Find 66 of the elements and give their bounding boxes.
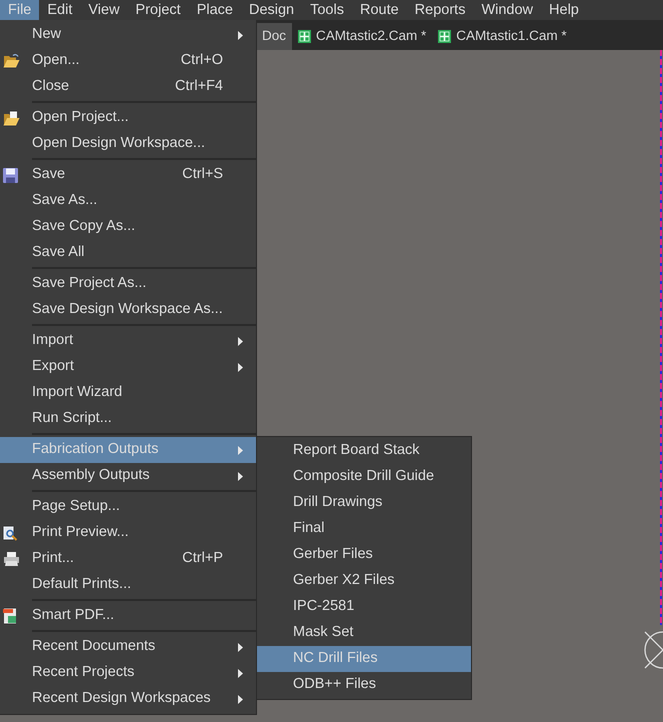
submenu-item[interactable]: Gerber X2 Files	[257, 568, 471, 594]
menu-bar-item[interactable]: Window	[473, 0, 542, 20]
submenu-arrow-icon	[238, 642, 243, 652]
printer-icon	[3, 552, 20, 566]
menu-bar-item[interactable]: Reports	[406, 0, 474, 20]
document-tab[interactable]: CAMtastic1.Cam *	[432, 23, 573, 50]
shortcut-text: Ctrl+P	[182, 549, 224, 568]
document-tab[interactable]: Doc	[256, 23, 292, 50]
menu-item[interactable]: Run Script...	[0, 406, 256, 432]
submenu-arrow-icon	[238, 336, 243, 346]
menu-item[interactable]: Smart PDF...	[0, 603, 256, 629]
submenu-item[interactable]: Gerber Files	[257, 542, 471, 568]
plus-square-icon	[438, 30, 452, 43]
submenu-arrow-icon	[238, 446, 243, 454]
menu-bar-item[interactable]: Tools	[302, 0, 352, 20]
submenu-item[interactable]: Mask Set	[257, 620, 471, 646]
submenu-arrow-icon	[238, 362, 243, 372]
menu-item[interactable]: Import	[0, 328, 256, 354]
shortcut-text: Ctrl+S	[182, 165, 224, 184]
menu-item[interactable]: Save Design Workspace As...	[0, 297, 256, 323]
menu-item[interactable]: Open Design Workspace...	[0, 131, 256, 157]
menu-item[interactable]: Page Setup...	[0, 494, 256, 520]
document-tab[interactable]: CAMtastic2.Cam *	[292, 23, 432, 50]
menu-bar-item[interactable]: Place	[188, 0, 241, 20]
submenu-item[interactable]: ODB++ Files	[257, 672, 471, 698]
submenu-item[interactable]: Composite Drill Guide	[257, 464, 471, 490]
submenu-arrow-icon	[238, 668, 243, 678]
print-preview-icon	[3, 526, 18, 540]
menu-bar-item[interactable]: Edit	[39, 0, 80, 20]
crossed-circle-icon	[643, 630, 663, 670]
menu-item[interactable]: Recent Projects	[0, 660, 256, 686]
shortcut-text: Ctrl+F4	[175, 77, 224, 96]
submenu-item[interactable]: Drill Drawings	[257, 490, 471, 516]
menu-item[interactable]: Save All	[0, 240, 256, 266]
plus-square-icon	[298, 30, 312, 43]
menu-item[interactable]: Open... Ctrl+O	[0, 48, 256, 74]
menu-item[interactable]: Print... Ctrl+P	[0, 546, 256, 572]
menu-bar-item[interactable]: Design	[240, 0, 302, 20]
menu-item[interactable]: Import Wizard	[0, 380, 256, 406]
submenu-item[interactable]: Report Board Stack	[257, 438, 471, 464]
menu-item[interactable]: Recent Documents	[0, 634, 256, 660]
menu-item[interactable]: Save Project As...	[0, 271, 256, 297]
menu-bar-item[interactable]: View	[80, 0, 128, 20]
menu-item[interactable]: New	[0, 22, 256, 48]
submenu-arrow-icon	[238, 30, 243, 40]
submenu-item[interactable]: Final	[257, 516, 471, 542]
menu-item[interactable]: Default Prints...	[0, 572, 256, 598]
menu-bar-item[interactable]: Route	[352, 0, 407, 20]
menu-bar-item[interactable]: Help	[541, 0, 587, 20]
document-page-icon	[3, 608, 18, 624]
menu-bar-item[interactable]: Project	[128, 0, 189, 20]
menu-item[interactable]: Print Preview...	[0, 520, 256, 546]
menu-item[interactable]: Export	[0, 354, 256, 380]
menu-item[interactable]: Open Project...	[0, 105, 256, 131]
menu-item[interactable]: Recent Design Workspaces	[0, 686, 256, 712]
submenu-arrow-icon	[238, 694, 243, 704]
menu-item[interactable]: Save As...	[0, 188, 256, 214]
folder-document-icon	[3, 110, 20, 126]
menu-item[interactable]: Save Copy As...	[0, 214, 256, 240]
menu-item[interactable]: Close Ctrl+F4	[0, 74, 256, 100]
submenu-item[interactable]: IPC-2581	[257, 594, 471, 620]
shortcut-text: Ctrl+O	[180, 51, 224, 70]
menu-item[interactable]: Save Ctrl+S	[0, 162, 256, 188]
menu-item[interactable]: Assembly Outputs	[0, 463, 256, 489]
submenu-arrow-icon	[238, 472, 243, 480]
open-folder-icon	[3, 54, 20, 68]
